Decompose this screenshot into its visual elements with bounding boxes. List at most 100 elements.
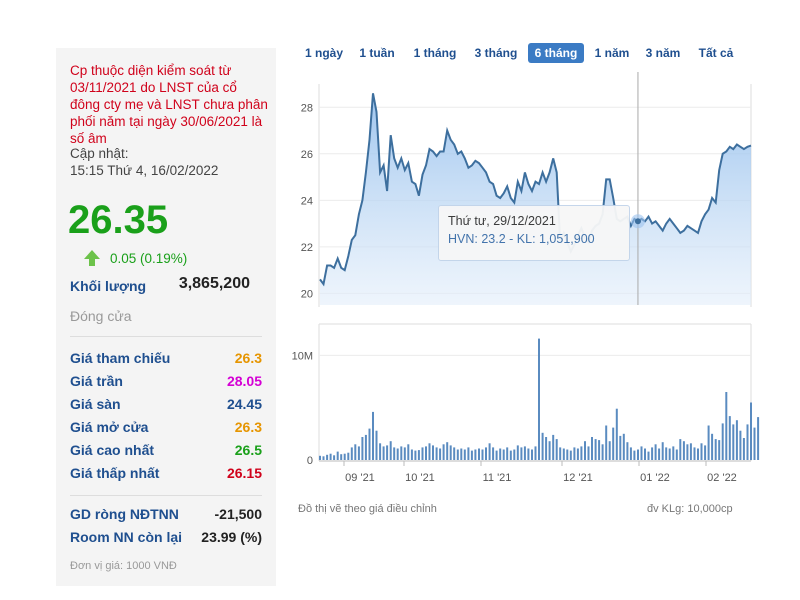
volume-bar — [735, 420, 738, 460]
volume-bar — [573, 447, 576, 460]
volume-bar — [757, 417, 760, 460]
volume-bar — [506, 447, 509, 460]
volume-bar — [453, 447, 456, 460]
volume-bar — [354, 444, 357, 460]
volume-bar — [640, 446, 643, 460]
x-tick-label: 01 '22 — [640, 472, 670, 484]
volume-bar — [470, 450, 473, 460]
volume-bar — [587, 446, 590, 460]
volume-bar — [322, 456, 325, 460]
volume-bar — [622, 433, 625, 460]
volume-bar — [689, 443, 692, 460]
volume-bar — [672, 446, 675, 460]
volume-bar — [615, 408, 618, 460]
x-tick-label: 10 '21 — [405, 472, 435, 484]
volume-bar — [439, 448, 442, 460]
volume-bar — [598, 440, 601, 460]
volume-bar — [527, 448, 530, 460]
volume-bar — [414, 450, 417, 460]
volume-bar — [400, 446, 403, 460]
volume-bar — [442, 444, 445, 460]
volume-bar — [661, 442, 664, 460]
volume-bar — [651, 447, 654, 460]
volume-bar — [446, 442, 449, 460]
volume-bar — [368, 428, 371, 460]
volume-bar — [626, 442, 629, 460]
volume-bar — [714, 439, 717, 460]
price-tick-label: 24 — [301, 195, 313, 207]
volume-bar — [647, 451, 650, 460]
volume-bar — [601, 444, 604, 460]
volume-bar — [481, 449, 484, 460]
volume-bar — [495, 450, 498, 460]
volume-bar — [700, 443, 703, 460]
volume-bar — [492, 447, 495, 460]
volume-bar — [502, 449, 505, 460]
volume-bar — [347, 452, 350, 460]
volume-bar — [686, 444, 689, 460]
volume-bar — [386, 445, 389, 460]
volume-bar — [432, 445, 434, 460]
volume-bar — [753, 427, 756, 460]
volume-bar — [329, 453, 332, 460]
volume-bar — [485, 447, 487, 460]
volume-bar — [644, 448, 646, 460]
volume-bar — [584, 441, 586, 460]
volume-bar — [711, 433, 714, 460]
volume-bar — [417, 450, 420, 460]
volume-bar — [594, 439, 597, 460]
volume-bar — [531, 449, 533, 460]
volume-bar — [425, 446, 427, 460]
volume-tick-label: 0 — [307, 455, 313, 467]
volume-bar — [637, 449, 639, 460]
price-tick-label: 28 — [301, 102, 313, 114]
volume-bar — [608, 441, 611, 460]
volume-bar — [538, 338, 540, 460]
volume-bar — [750, 402, 752, 460]
price-tooltip: Thứ tư, 29/12/2021 HVN: 23.2 - KL: 1,051… — [438, 205, 630, 261]
volume-bar — [333, 455, 336, 460]
volume-bar — [559, 447, 562, 460]
volume-bar — [478, 448, 480, 460]
price-tick-label: 20 — [301, 288, 313, 300]
volume-bar — [739, 430, 742, 460]
hover-point — [634, 218, 641, 225]
volume-bar — [326, 454, 329, 460]
volume-tick-label: 10M — [292, 350, 313, 362]
x-tick-label: 02 '22 — [707, 472, 737, 484]
volume-bar — [732, 424, 735, 460]
price-tick-label: 22 — [301, 242, 313, 254]
volume-bar — [428, 443, 431, 460]
price-area — [319, 93, 752, 305]
volume-bar — [474, 449, 477, 460]
volume-bar — [534, 446, 537, 460]
volume-bar — [569, 450, 572, 460]
volume-bar — [340, 454, 343, 460]
adjusted-price-note: Đồ thị vẽ theo giá điều chỉnh — [298, 503, 437, 515]
volume-bar — [467, 447, 470, 460]
volume-bar — [605, 425, 608, 460]
volume-bar — [665, 447, 668, 460]
volume-bar — [393, 447, 396, 460]
volume-bar — [746, 424, 749, 460]
volume-bar — [389, 441, 392, 460]
volume-bar — [576, 448, 579, 460]
volume-bar — [682, 441, 685, 460]
volume-bar — [697, 448, 699, 460]
volume-bar — [516, 445, 519, 460]
volume-bar — [357, 446, 360, 460]
volume-bar — [350, 447, 353, 460]
volume-bar — [488, 443, 491, 460]
volume-bar — [619, 435, 622, 460]
tooltip-date: Thứ tư, 29/12/2021 — [448, 214, 556, 228]
volume-bar — [654, 444, 657, 460]
volume-bar — [449, 445, 452, 460]
volume-bar — [742, 438, 745, 460]
volume-bar — [336, 451, 339, 460]
x-tick-label: 09 '21 — [345, 472, 375, 484]
volume-bar — [718, 440, 721, 460]
volume-bar — [545, 437, 548, 460]
volume-bar — [548, 441, 551, 460]
volume-bar — [403, 447, 406, 460]
volume-bar — [562, 448, 565, 460]
